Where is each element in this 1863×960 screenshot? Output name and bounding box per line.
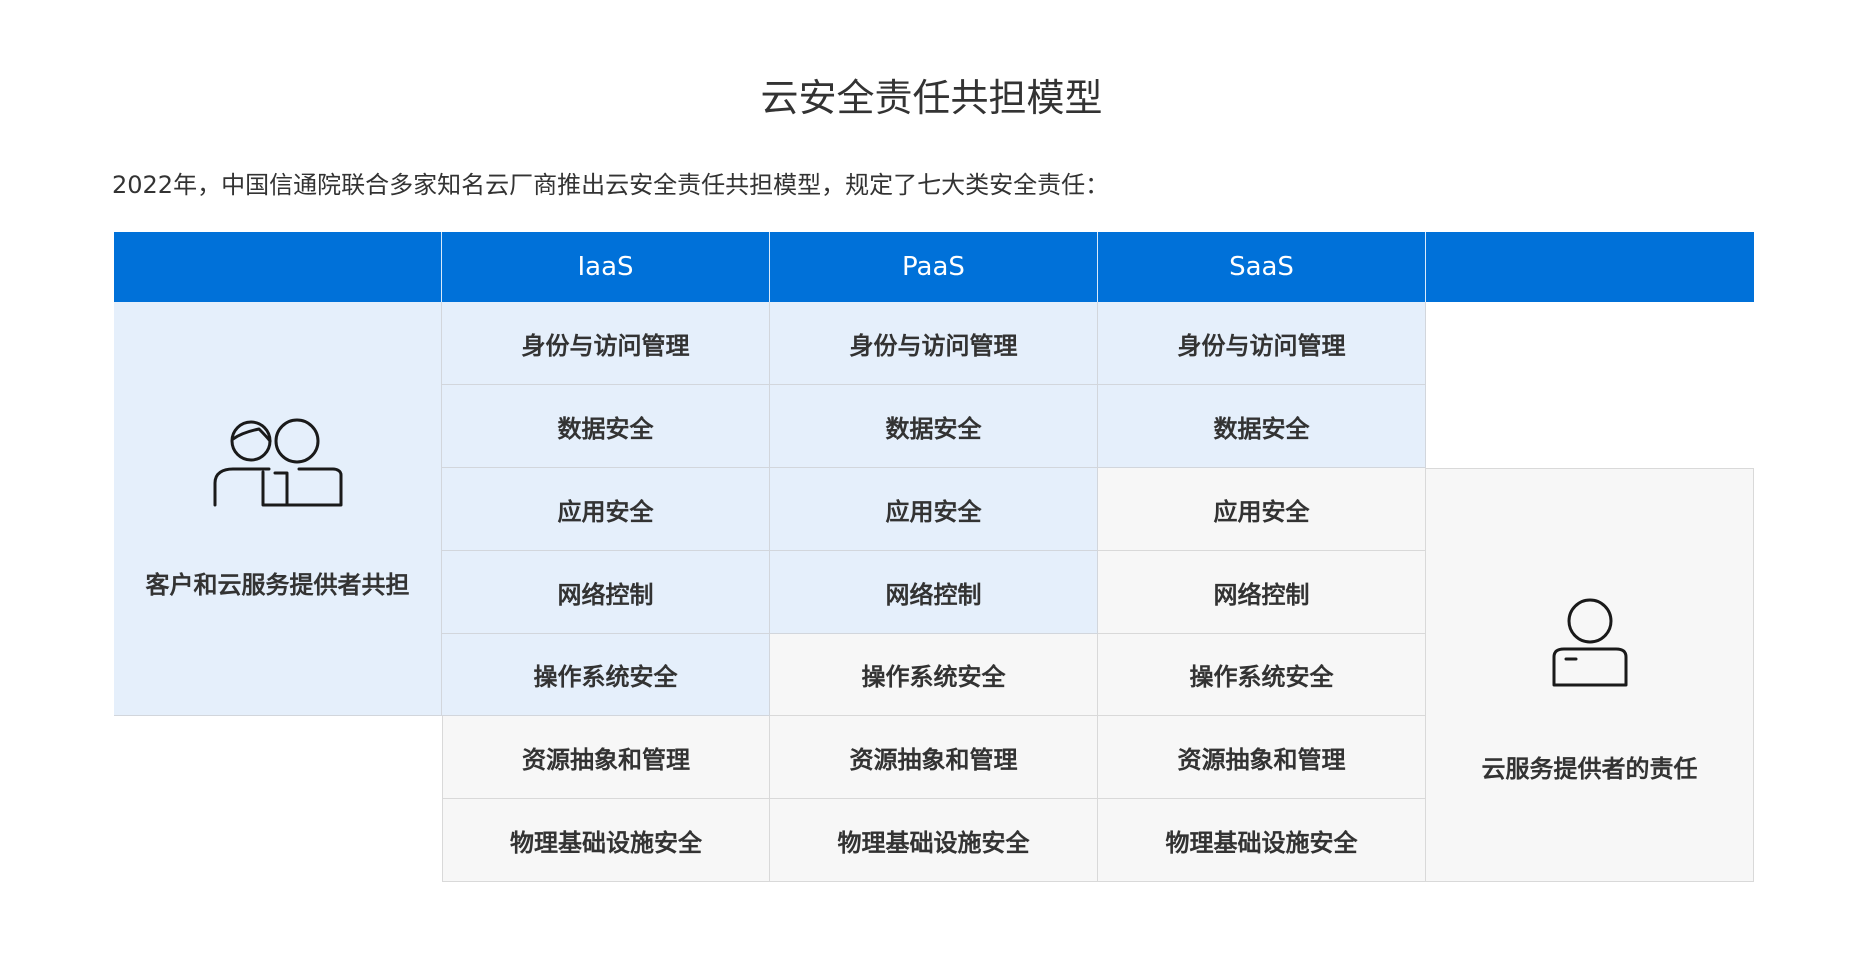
cell-paas-app: 应用安全 <box>770 468 1098 551</box>
page-title: 云安全责任共担模型 <box>760 76 1103 120</box>
responsibility-table: IaaS PaaS SaaS 客户和云服务提供者共担 身份与访问管理 身份与访问… <box>114 232 1754 884</box>
cell-iaas-network: 网络控制 <box>442 551 770 634</box>
header-paas: PaaS <box>770 232 1098 302</box>
two-people-icon <box>213 418 342 507</box>
cell-paas-resource: 资源抽象和管理 <box>770 716 1098 799</box>
shared-responsibility-block: 客户和云服务提供者共担 <box>114 302 442 716</box>
cell-paas-identity: 身份与访问管理 <box>770 302 1098 385</box>
header-blank-left <box>114 232 442 302</box>
cell-saas-physical: 物理基础设施安全 <box>1098 799 1426 882</box>
cell-iaas-resource: 资源抽象和管理 <box>442 716 770 799</box>
header-saas: SaaS <box>1098 232 1426 302</box>
cell-iaas-os: 操作系统安全 <box>442 634 770 716</box>
cell-paas-physical: 物理基础设施安全 <box>770 799 1098 882</box>
cell-saas-identity: 身份与访问管理 <box>1098 302 1426 385</box>
cell-paas-data: 数据安全 <box>770 385 1098 468</box>
right-blank-area <box>1426 302 1754 468</box>
cell-iaas-identity: 身份与访问管理 <box>442 302 770 385</box>
cell-saas-resource: 资源抽象和管理 <box>1098 716 1426 799</box>
provider-label: 云服务提供者的责任 <box>1481 754 1698 783</box>
cell-iaas-physical: 物理基础设施安全 <box>442 799 770 882</box>
cell-iaas-app: 应用安全 <box>442 468 770 551</box>
cell-paas-network: 网络控制 <box>770 551 1098 634</box>
header-iaas: IaaS <box>442 232 770 302</box>
cell-saas-app: 应用安全 <box>1098 468 1426 551</box>
cell-iaas-data: 数据安全 <box>442 385 770 468</box>
shared-label: 客户和云服务提供者共担 <box>145 571 410 599</box>
intro-text: 2022年，中国信通院联合多家知名云厂商推出云安全责任共担模型，规定了七大类安全… <box>112 171 1110 199</box>
cell-saas-data: 数据安全 <box>1098 385 1426 468</box>
cell-saas-os: 操作系统安全 <box>1098 634 1426 716</box>
provider-responsibility-block: 云服务提供者的责任 <box>1426 468 1754 882</box>
cell-saas-network: 网络控制 <box>1098 551 1426 634</box>
cell-paas-os: 操作系统安全 <box>770 634 1098 716</box>
person-icon <box>1552 598 1627 686</box>
header-blank-right <box>1426 232 1754 302</box>
